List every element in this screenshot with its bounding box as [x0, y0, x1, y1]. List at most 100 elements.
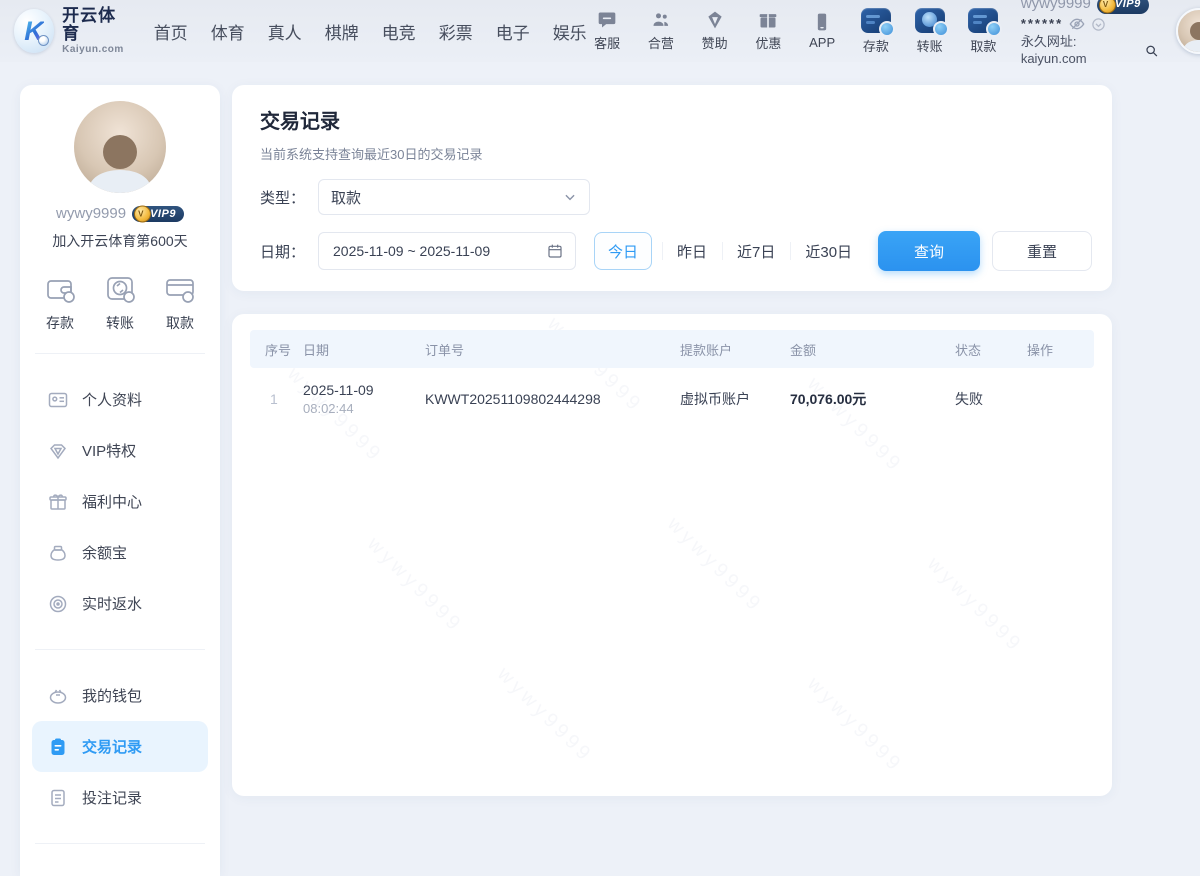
sponsor-link[interactable]: 赞助	[694, 10, 735, 52]
brand-domain: Kaiyun.com	[62, 45, 128, 56]
sidebar-item-yuebao[interactable]: 余额宝	[20, 527, 220, 578]
profile-avatar[interactable]	[74, 101, 166, 193]
brand-logo[interactable]: K 开云体育 Kaiyun.com	[14, 7, 128, 55]
filters-card: 交易记录 当前系统支持查询最近30日的交易记录 类型： 取款 日期： 2025-…	[232, 85, 1112, 291]
col-header-order: 订单号	[425, 340, 680, 359]
username: wywy9999	[1021, 0, 1091, 14]
transfer-icon	[915, 8, 945, 33]
col-header-amount: 金额	[790, 340, 955, 359]
quick-withdraw[interactable]: 取款	[164, 273, 196, 333]
vip-badge: VIP9	[132, 206, 184, 222]
quick-transfer[interactable]: 转账	[104, 273, 136, 333]
search-button[interactable]: 查询	[878, 231, 980, 271]
transfer-icon	[104, 273, 136, 305]
deposit-icon	[861, 8, 891, 33]
support-link[interactable]: 客服	[587, 10, 628, 52]
divider	[35, 649, 205, 650]
app-icon	[812, 12, 832, 32]
col-header-date: 日期	[303, 340, 425, 359]
nav-live[interactable]: 真人	[268, 19, 302, 44]
nav-entertainment[interactable]: 娱乐	[553, 19, 587, 44]
sidebar-item-prizes[interactable]: 兑奖记录	[20, 864, 220, 876]
top-bar: K 开云体育 Kaiyun.com 首页 体育 真人 棋牌 电竞 彩票 电子 娱…	[0, 0, 1200, 62]
row-order-no: KWWT20251109802444298	[425, 391, 680, 407]
partners-icon	[651, 10, 671, 30]
date-label: 日期：	[260, 241, 318, 262]
nav-sports[interactable]: 体育	[211, 19, 245, 44]
search-icon[interactable]	[1145, 44, 1159, 58]
withdraw-icon	[968, 8, 998, 33]
row-amount: 70,076.00元	[790, 389, 955, 409]
rebate-icon	[48, 594, 68, 614]
vip-icon	[48, 441, 68, 461]
eye-off-icon[interactable]	[1069, 16, 1085, 32]
joined-days: 加入开云体育第600天	[20, 231, 220, 251]
type-select[interactable]: 取款	[318, 179, 590, 215]
user-info: wywy9999 VIP9 ****** 永久网址: kaiyun.com	[1021, 0, 1159, 67]
date-range-input[interactable]: 2025-11-09 ~ 2025-11-09	[318, 232, 576, 270]
wallet-deposit-icon	[44, 273, 76, 305]
records-table-card: wywy9999wywy9999wywy9999wywy9999wywy9999…	[232, 314, 1112, 796]
range-7days-button[interactable]: 近7日	[722, 232, 790, 270]
profile-icon	[48, 390, 68, 410]
col-header-action: 操作	[1027, 340, 1094, 359]
brand-name: 开云体育	[62, 7, 128, 43]
avatar-face-icon	[80, 127, 160, 193]
nav-slots[interactable]: 电子	[496, 19, 530, 44]
permanent-url: 永久网址: kaiyun.com	[1021, 34, 1142, 67]
avatar-face-icon	[1179, 18, 1200, 52]
chat-icon	[597, 10, 617, 30]
bets-icon	[48, 788, 68, 808]
divider	[35, 843, 205, 844]
sidebar-item-wallet[interactable]: 我的钱包	[20, 670, 220, 721]
masked-balance: ******	[1021, 16, 1063, 32]
row-status: 失败	[955, 389, 1027, 409]
vip-badge: VIP9	[1097, 0, 1149, 14]
football-icon	[38, 35, 49, 46]
row-account: 虚拟币账户	[680, 389, 790, 409]
page-subtitle: 当前系统支持查询最近30日的交易记录	[260, 144, 1092, 163]
range-30days-button[interactable]: 近30日	[790, 232, 867, 270]
main-content: 交易记录 当前系统支持查询最近30日的交易记录 类型： 取款 日期： 2025-…	[232, 85, 1112, 796]
sidebar-item-vip[interactable]: VIP特权	[20, 425, 220, 476]
row-datetime: 2025-11-09 08:02:44	[303, 382, 425, 416]
partners-link[interactable]: 合营	[640, 10, 681, 52]
reset-button[interactable]: 重置	[992, 231, 1092, 271]
range-yesterday-button[interactable]: 昨日	[662, 232, 722, 270]
sidebar-item-transactions[interactable]: 交易记录	[32, 721, 208, 772]
chevron-down-icon	[563, 190, 577, 204]
deposit-link[interactable]: 存款	[856, 8, 897, 55]
table-header: 序号 日期 订单号 提款账户 金额 状态 操作	[250, 330, 1094, 368]
promo-icon	[758, 10, 778, 30]
divider	[35, 353, 205, 354]
transfer-link[interactable]: 转账	[909, 8, 950, 55]
nav-esports[interactable]: 电竞	[382, 19, 416, 44]
quick-deposit[interactable]: 存款	[44, 273, 76, 333]
transactions-icon	[48, 737, 68, 757]
withdraw-link[interactable]: 取款	[963, 8, 1004, 55]
range-today-button[interactable]: 今日	[594, 232, 652, 270]
promo-link[interactable]: 优惠	[748, 10, 789, 52]
sidebar-item-welfare[interactable]: 福利中心	[20, 476, 220, 527]
logo-k-icon: K	[14, 9, 54, 53]
sidebar-item-rebate[interactable]: 实时返水	[20, 578, 220, 629]
sidebar-quick-actions: 存款 转账 取款	[20, 273, 220, 333]
avatar[interactable]	[1176, 8, 1200, 54]
nav-home[interactable]: 首页	[154, 19, 188, 44]
nav-boardgames[interactable]: 棋牌	[325, 19, 359, 44]
nav-lottery[interactable]: 彩票	[439, 19, 473, 44]
sidebar-item-bets[interactable]: 投注记录	[20, 772, 220, 823]
yuebao-icon	[48, 543, 68, 563]
type-label: 类型：	[260, 187, 318, 208]
main-nav: 首页 体育 真人 棋牌 电竞 彩票 电子 娱乐	[154, 19, 587, 44]
quick-ranges: 今日 昨日 近7日 近30日	[594, 232, 867, 270]
sponsor-icon	[705, 10, 725, 30]
welfare-icon	[48, 492, 68, 512]
calendar-icon	[547, 243, 563, 259]
wallet-icon	[48, 686, 68, 706]
table-row: 1 2025-11-09 08:02:44 KWWT20251109802444…	[250, 368, 1094, 430]
app-link[interactable]: APP	[802, 12, 843, 50]
chevron-circle-icon[interactable]	[1091, 17, 1106, 32]
sidebar-item-profile[interactable]: 个人资料	[20, 374, 220, 425]
row-index: 1	[250, 391, 303, 407]
